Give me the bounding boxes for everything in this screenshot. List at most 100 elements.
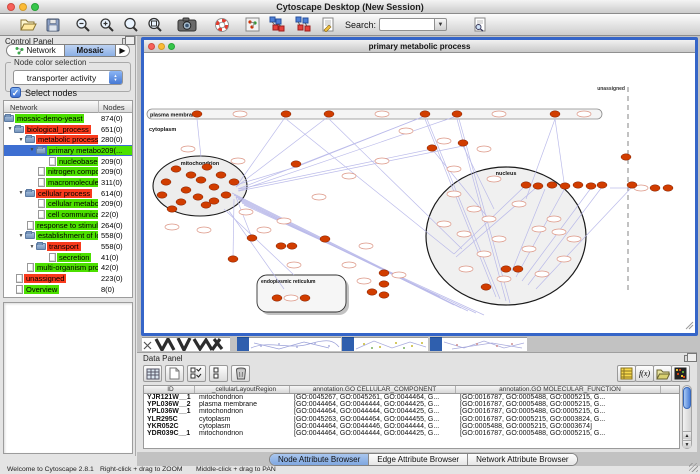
tree-row[interactable]: Overview8(0) — [4, 284, 132, 295]
tree-row[interactable]: ▼biological_process651(0) — [4, 124, 132, 135]
open-session-button[interactable] — [18, 15, 38, 34]
table-column-header[interactable]: ID — [144, 386, 195, 393]
table-row[interactable]: YLR295Ccytoplasm[GO:0045263, GO:0044464,… — [144, 416, 679, 423]
tree-row[interactable]: ▼transport558(0) — [4, 241, 132, 252]
tree-row[interactable]: response to stimul264(0) — [4, 220, 132, 231]
save-session-button[interactable] — [43, 15, 63, 34]
table-row[interactable]: YPL036W__2plasma membrane[GO:0044464, GO… — [144, 401, 679, 408]
table-row[interactable]: YDR039C__1mitochondrion[GO:0044464, GO:0… — [144, 430, 679, 437]
tree-row[interactable]: secretion41(0) — [4, 252, 132, 263]
apply-layout-b-button[interactable] — [292, 15, 312, 34]
tree-row[interactable]: cell communicat22(0) — [4, 209, 132, 220]
table-cell: cytoplasm — [195, 416, 290, 423]
snapshot-button[interactable] — [175, 15, 199, 34]
tree-row[interactable]: multi-organism pro42(0) — [4, 263, 132, 274]
table-column-header[interactable]: annotation.GO MOLECULAR_FUNCTION — [456, 386, 661, 393]
heatmap-view-button[interactable] — [671, 365, 690, 382]
scroll-up-button[interactable]: ▲ — [683, 431, 691, 439]
background-window-4-edge[interactable] — [430, 337, 442, 351]
advanced-search-button[interactable] — [470, 15, 490, 34]
tab-mosaic[interactable]: Mosaic — [64, 45, 116, 56]
tab-network[interactable]: Network — [7, 45, 64, 56]
tree-row[interactable]: nucleobase-209(0) — [4, 156, 132, 167]
zoom-button[interactable] — [31, 3, 39, 11]
expander-icon[interactable]: ▼ — [28, 244, 36, 250]
zoom-selected-button[interactable] — [121, 15, 141, 34]
document-icon — [16, 285, 23, 294]
attribute-table-header[interactable]: ID_cellularLayoutRegionannotation.GO CEL… — [144, 386, 679, 394]
tree-row[interactable]: nitrogen compo209(0) — [4, 166, 132, 177]
background-window-2-edge[interactable] — [237, 337, 249, 351]
node-color-attribute-select[interactable]: transporter activity ▲▼ — [13, 70, 123, 85]
tab-scroll-right-button[interactable]: ▶ — [116, 45, 129, 56]
annotation-tool-button[interactable] — [318, 15, 338, 34]
network-overview-button[interactable] — [242, 15, 262, 34]
background-window-4[interactable] — [442, 337, 527, 351]
tree-row[interactable]: unassigned223(0) — [4, 273, 132, 284]
network-view-window[interactable]: primary metabolic process plasma membran… — [141, 37, 698, 336]
background-window-3-edge[interactable] — [342, 337, 354, 351]
search-dropdown-button[interactable]: ▼ — [434, 18, 447, 31]
attribute-list-button[interactable] — [617, 365, 636, 382]
view-zoom-button[interactable] — [168, 43, 175, 50]
unselect-all-attributes-button[interactable] — [209, 365, 228, 382]
tree-row-label: macromolecule — [46, 178, 98, 187]
delete-attribute-button[interactable] — [231, 365, 250, 382]
tree-row[interactable]: mosaic-demo-yeast874(0) — [4, 113, 132, 124]
table-cell: [GO:0016787, GO:0005488, GO:0005215, G..… — [456, 401, 661, 408]
zoom-fit-button[interactable] — [145, 15, 165, 34]
plasma-membrane-region[interactable] — [147, 109, 602, 119]
network-overview-panel[interactable] — [3, 302, 133, 454]
background-window-2[interactable] — [249, 337, 341, 351]
scroll-down-button[interactable]: ▼ — [683, 440, 691, 448]
tree-row-node-count: 280(0) — [101, 135, 133, 144]
view-minimize-button[interactable] — [158, 43, 165, 50]
table-row[interactable]: YKR052Ccytoplasm[GO:0044464, GO:0044446,… — [144, 423, 679, 430]
combo-stepper-icon[interactable]: ▲▼ — [109, 71, 122, 84]
tree-row[interactable]: macromolecule311(0) — [4, 177, 132, 188]
window-resize-grip[interactable] — [686, 322, 693, 329]
tab-mosaic-label: Mosaic — [77, 46, 104, 55]
window-controls[interactable] — [7, 3, 39, 11]
select-attributes-button[interactable] — [143, 365, 162, 382]
zoom-in-button[interactable] — [97, 15, 117, 34]
zoom-out-button[interactable] — [73, 15, 93, 34]
table-column-header[interactable]: _cellularLayoutRegion — [195, 386, 290, 393]
tree-row[interactable]: ▼cellular process614(0) — [4, 188, 132, 199]
tree-row[interactable]: cellular metabol209(0) — [4, 199, 132, 210]
apply-layout-a-button[interactable] — [266, 15, 286, 34]
minimize-button[interactable] — [19, 3, 27, 11]
expander-icon[interactable]: ▼ — [17, 233, 25, 239]
unselect-all-icon — [212, 367, 225, 380]
network-window-title-bar[interactable]: primary metabolic process — [144, 40, 695, 53]
table-row[interactable]: YPL036W__1mitochondrion[GO:0044464, GO:0… — [144, 408, 679, 415]
select-all-attributes-button[interactable] — [187, 365, 206, 382]
table-scrollbar[interactable]: ▲ ▼ — [682, 385, 692, 449]
expander-icon[interactable]: ▼ — [17, 190, 25, 196]
expander-icon[interactable]: ▼ — [17, 137, 25, 143]
background-window-1[interactable] — [142, 337, 230, 351]
close-button[interactable] — [7, 3, 15, 11]
view-close-button[interactable] — [148, 43, 155, 50]
tree-row-node-count: 264(0) — [101, 221, 133, 230]
document-icon — [38, 167, 45, 176]
select-nodes-checkbox[interactable]: ✓ — [10, 87, 21, 98]
table-row[interactable]: YJR121W__1mitochondrion[GO:0045267, GO:0… — [144, 394, 679, 401]
table-scrollbar-thumb[interactable] — [683, 387, 691, 409]
table-column-header[interactable]: annotation.GO CELLULAR_COMPONENT — [290, 386, 456, 393]
function-builder-button[interactable]: f(x) — [635, 365, 654, 382]
tree-row-node-count: 311(0) — [101, 178, 133, 187]
float-data-panel-icon[interactable] — [684, 355, 692, 362]
tree-row[interactable]: ▼establishment of lo558(0) — [4, 231, 132, 242]
tree-row[interactable]: ▼metabolic process280(0) — [4, 134, 132, 145]
expander-icon[interactable]: ▼ — [6, 126, 14, 132]
expander-icon[interactable]: ▼ — [28, 147, 36, 153]
import-attributes-button[interactable] — [653, 365, 672, 382]
create-attribute-button[interactable] — [165, 365, 184, 382]
window-resize-grip[interactable] — [689, 463, 698, 472]
tree-row[interactable]: ▼primary metabo209(... — [4, 145, 132, 156]
search-input[interactable] — [379, 18, 434, 31]
background-window-3[interactable] — [354, 337, 428, 351]
help-button[interactable] — [212, 15, 232, 34]
network-canvas[interactable]: plasma membrane cytoplasm mitochondrion … — [144, 53, 695, 332]
